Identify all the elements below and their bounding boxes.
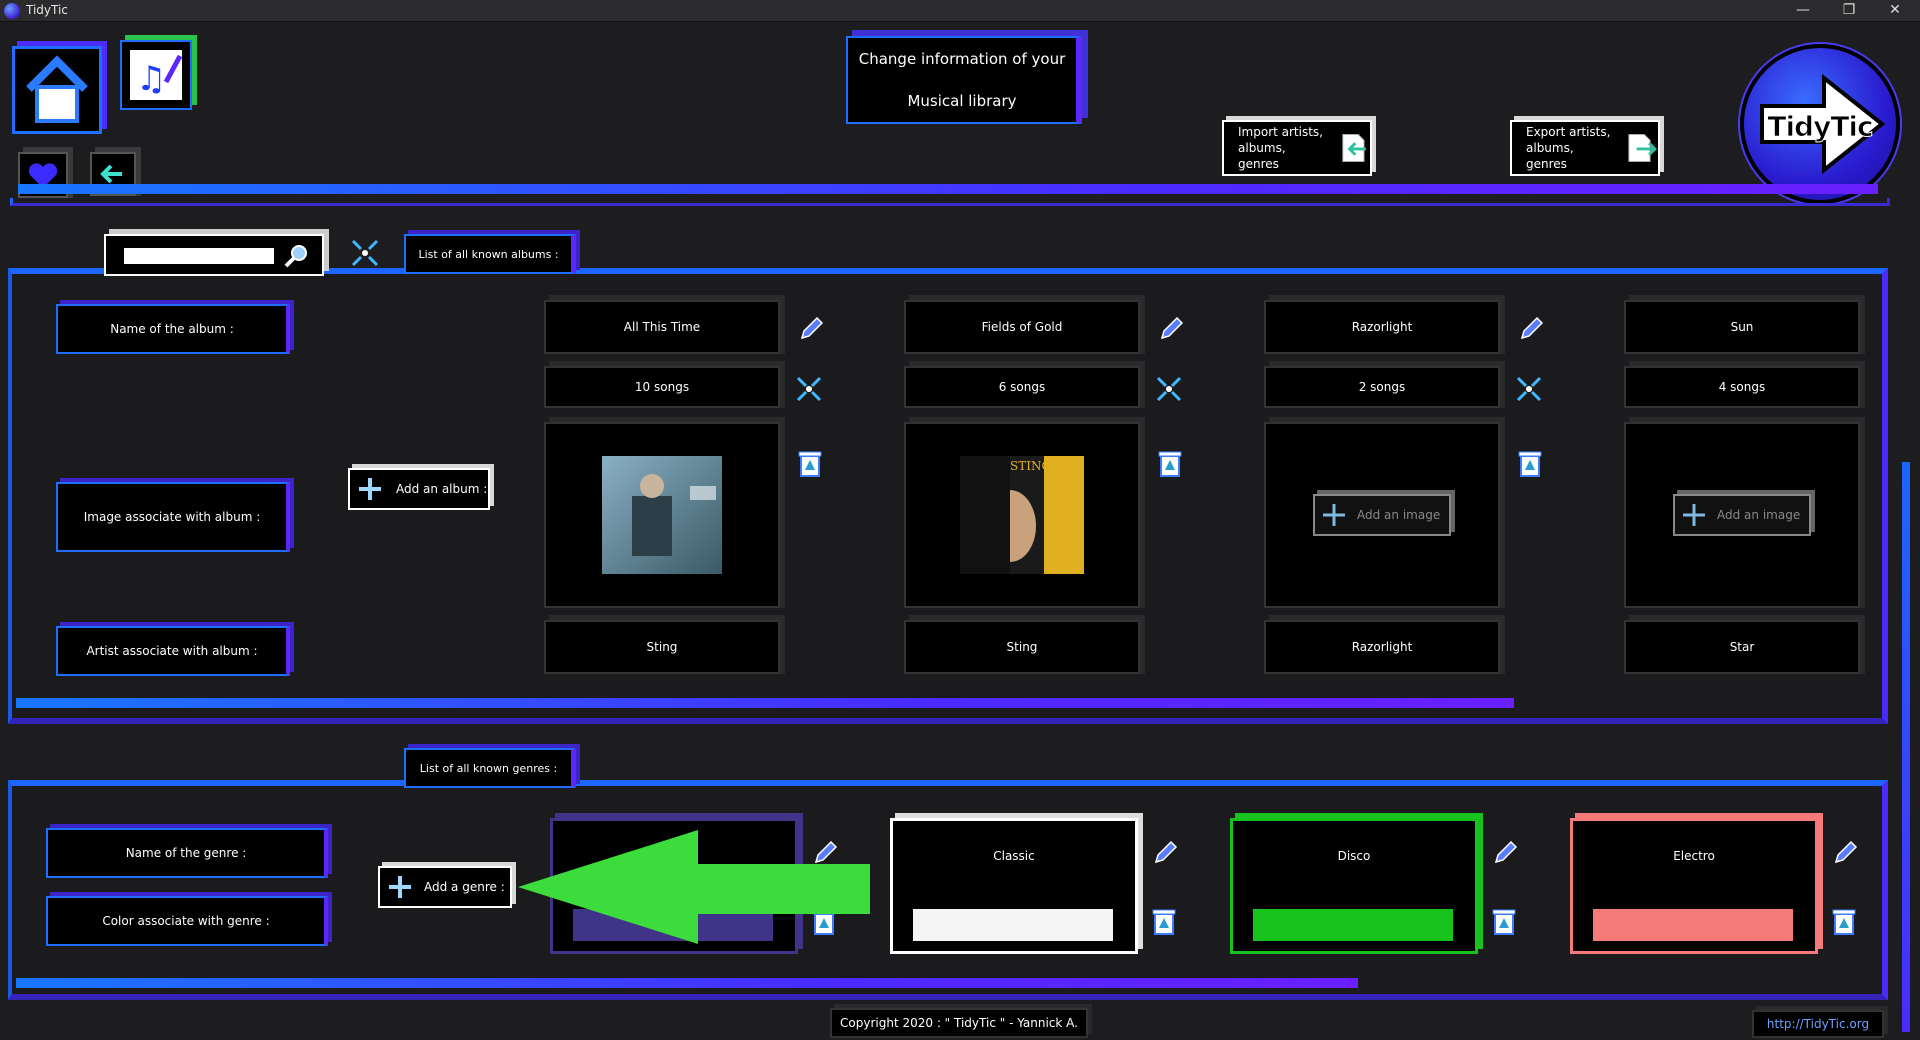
edit-pencil-icon[interactable] — [1156, 314, 1186, 344]
add-genre-label: Add a genre : — [424, 880, 505, 894]
genre-card[interactable]: Classic — [890, 818, 1138, 954]
green-arrow-icon — [518, 830, 870, 944]
genre-color-swatch — [913, 909, 1113, 941]
edit-pencil-icon[interactable] — [796, 314, 826, 344]
window-titlebar: TidyTic — ❐ ✕ — [0, 0, 1920, 22]
export-label-line1: Export artists, — [1526, 125, 1611, 139]
page-vertical-scrollbar[interactable] — [1902, 462, 1910, 1032]
expand-songs-icon[interactable] — [1514, 374, 1544, 404]
logo-text: TidyTic — [1767, 110, 1874, 144]
album-song-count: 2 songs — [1264, 366, 1500, 408]
plus-icon — [1683, 504, 1705, 526]
genre-color-swatch — [1253, 909, 1453, 941]
page-title: Change information of your Musical libra… — [846, 36, 1082, 124]
import-label-line2: albums, genres — [1238, 141, 1286, 171]
delete-trash-icon[interactable] — [1830, 906, 1858, 938]
delete-trash-icon[interactable] — [1156, 448, 1184, 480]
album-song-count: 10 songs — [544, 366, 780, 408]
album-artist: Sting — [544, 620, 780, 674]
album-song-count: 4 songs — [1624, 366, 1860, 408]
album-name-label: Name of the album : — [56, 304, 290, 354]
delete-trash-icon[interactable] — [1516, 448, 1544, 480]
add-album-button[interactable]: Add an album : — [348, 468, 490, 510]
add-image-label: Add an image — [1357, 508, 1441, 522]
album-name: Sun — [1624, 300, 1860, 354]
album-song-count: 6 songs — [904, 366, 1140, 408]
genre-name: Disco — [1337, 849, 1371, 863]
album-name: Fields of Gold — [904, 300, 1140, 354]
import-icon — [1342, 134, 1367, 162]
footer-copyright: Copyright 2020 : " TidyTic " - Yannick A… — [830, 1008, 1088, 1038]
album-image-frame: STING — [904, 422, 1140, 608]
header-frame — [10, 198, 1890, 206]
album-search-box — [104, 234, 324, 276]
page-title-line2: Musical library — [907, 92, 1017, 110]
expand-songs-icon[interactable] — [1154, 374, 1184, 404]
genre-name: Electro — [1673, 849, 1715, 863]
add-album-label: Add an album : — [396, 482, 488, 496]
album-name: All This Time — [544, 300, 780, 354]
albums-horizontal-scrollbar[interactable] — [16, 698, 1514, 708]
search-icon[interactable] — [282, 242, 310, 270]
tidytic-logo: TidyTic — [1740, 44, 1900, 204]
album-image-frame — [544, 422, 780, 608]
close-button[interactable]: ✕ — [1872, 0, 1918, 22]
genre-name-label: Name of the genre : — [46, 828, 328, 878]
edit-pencil-icon[interactable] — [1490, 838, 1520, 868]
home-icon — [26, 55, 88, 123]
add-image-button[interactable]: Add an image — [1673, 494, 1811, 536]
album-search-input[interactable] — [124, 248, 274, 264]
albums-tab[interactable]: List of all known albums : — [404, 234, 576, 274]
album-artist-label: Artist associate with album : — [56, 626, 290, 676]
svg-text:♫: ♫ — [136, 59, 166, 99]
minimize-button[interactable]: — — [1780, 0, 1826, 22]
expand-albums-icon[interactable] — [348, 236, 382, 270]
music-note-edit-icon: ♫ — [130, 50, 183, 100]
genre-card[interactable]: Disco — [1230, 818, 1478, 954]
add-image-label: Add an image — [1717, 508, 1801, 522]
import-button[interactable]: Import artists, albums, genres — [1222, 120, 1372, 176]
album-artist: Sting — [904, 620, 1140, 674]
genre-name: Classic — [993, 849, 1035, 863]
add-genre-button[interactable]: Add a genre : — [378, 866, 512, 908]
genres-horizontal-scrollbar[interactable] — [16, 978, 1358, 988]
album-image-frame: Add an image — [1264, 422, 1500, 608]
album-name: Razorlight — [1264, 300, 1500, 354]
home-button[interactable] — [12, 46, 102, 134]
export-button[interactable]: Export artists, albums, genres — [1510, 120, 1660, 176]
album-artist: Razorlight — [1264, 620, 1500, 674]
svg-text:STING: STING — [1010, 459, 1051, 473]
export-label-line2: albums, genres — [1526, 141, 1574, 171]
window-title: TidyTic — [26, 3, 68, 17]
genre-card[interactable]: Electro — [1570, 818, 1818, 954]
album-cover-image[interactable] — [602, 456, 722, 574]
album-cover-image[interactable]: STING — [960, 456, 1084, 574]
header-divider — [18, 184, 1878, 194]
album-image-label: Image associate with album : — [56, 482, 290, 552]
delete-trash-icon[interactable] — [1150, 906, 1178, 938]
import-label-line1: Import artists, — [1238, 125, 1323, 139]
edit-pencil-icon[interactable] — [1150, 838, 1180, 868]
music-edit-button[interactable]: ♫ — [120, 40, 192, 110]
plus-icon — [389, 876, 411, 898]
plus-icon — [1323, 504, 1345, 526]
page-title-line1: Change information of your — [858, 50, 1066, 68]
export-icon — [1628, 134, 1658, 162]
add-image-button[interactable]: Add an image — [1313, 494, 1451, 536]
album-artist: Star — [1624, 620, 1860, 674]
edit-pencil-icon[interactable] — [1516, 314, 1546, 344]
delete-trash-icon[interactable] — [796, 448, 824, 480]
restore-button[interactable]: ❐ — [1826, 0, 1872, 22]
app-icon — [4, 3, 20, 19]
genre-color-swatch — [1593, 909, 1793, 941]
edit-pencil-icon[interactable] — [1830, 838, 1860, 868]
footer-link[interactable]: http://TidyTic.org — [1752, 1010, 1884, 1038]
album-image-frame: Add an image — [1624, 422, 1860, 608]
plus-icon — [359, 478, 381, 500]
genre-color-label: Color associate with genre : — [46, 896, 328, 946]
expand-songs-icon[interactable] — [794, 374, 824, 404]
delete-trash-icon[interactable] — [1490, 906, 1518, 938]
genres-tab[interactable]: List of all known genres : — [404, 748, 576, 788]
